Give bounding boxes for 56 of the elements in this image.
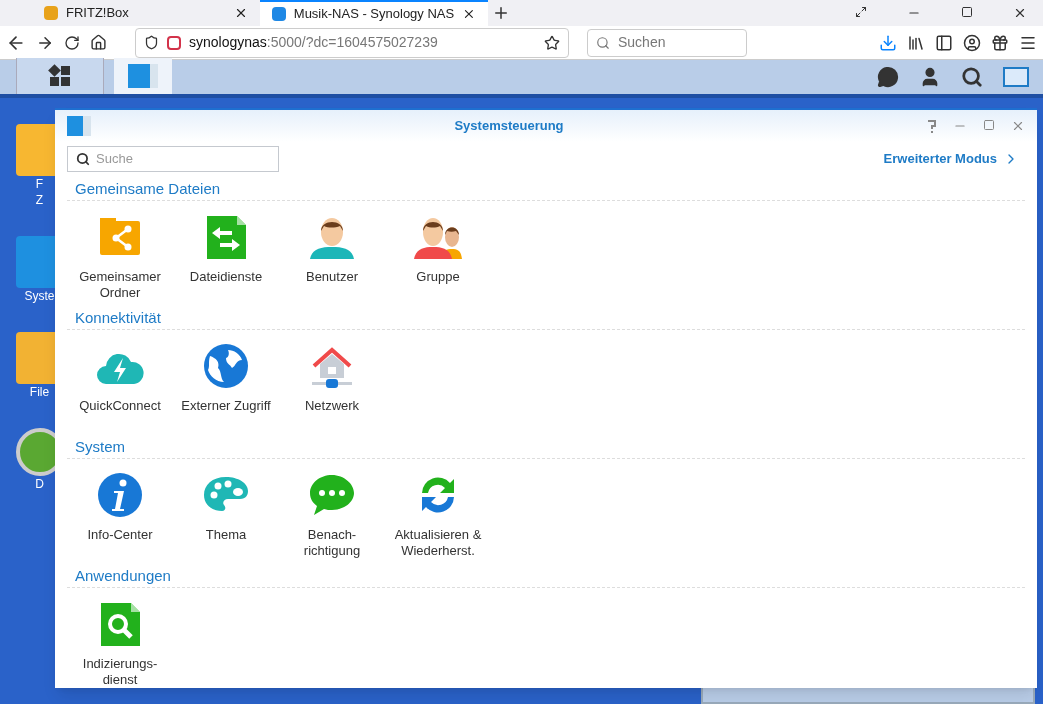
close-icon[interactable] <box>1013 6 1027 20</box>
widget-card-icon[interactable] <box>1003 67 1029 87</box>
desktop-icon-label: D <box>35 476 44 492</box>
chat-icon[interactable] <box>877 66 899 88</box>
close-icon[interactable] <box>234 6 248 20</box>
control-panel-item[interactable]: Gemeinsamer Ordner <box>67 213 173 301</box>
section-heading: Konnektivität <box>74 308 162 328</box>
advanced-mode-link[interactable]: Erweiterter Modus <box>883 149 1025 169</box>
control-panel-item[interactable]: Gruppe <box>385 213 491 301</box>
site-icon <box>272 7 286 21</box>
maximize-icon[interactable] <box>961 6 973 18</box>
control-panel-item[interactable]: Thema <box>173 471 279 559</box>
shield-icon[interactable] <box>144 35 159 50</box>
control-panel-item[interactable]: Dateidienste <box>173 213 279 301</box>
home-icon[interactable] <box>90 34 107 51</box>
desktop-icon-label: File <box>29 384 50 400</box>
reload-icon[interactable] <box>64 34 80 51</box>
sidebar-icon[interactable] <box>935 33 953 52</box>
resize-icon[interactable] <box>855 6 867 18</box>
library-icon[interactable] <box>907 33 925 52</box>
control-panel-item[interactable]: Benutzer <box>279 213 385 301</box>
section-heading: Anwendungen <box>74 566 172 586</box>
account-icon[interactable] <box>963 33 981 52</box>
desktop-icon-label: Syste <box>24 288 55 304</box>
desktop-icon-label: F <box>35 176 44 192</box>
main-menu-button[interactable] <box>16 58 104 94</box>
control-panel-item[interactable]: Netzwerk <box>279 342 385 430</box>
url-text: synologynas:5000/?dc=1604575027239 <box>189 33 439 52</box>
control-panel-item[interactable]: Benach- richtigung <box>279 471 385 559</box>
search-icon <box>596 35 610 50</box>
search-icon <box>76 152 90 166</box>
desktop-icon-label: Z <box>35 192 44 208</box>
browser-tab[interactable]: Musik-NAS - Synology NAS <box>260 0 488 26</box>
grid-icon <box>50 66 70 86</box>
new-tab-icon[interactable] <box>492 4 510 22</box>
control-panel-item[interactable]: Info-Center <box>67 471 173 559</box>
window-title: Systemsteuerung <box>453 117 565 136</box>
control-panel-item[interactable]: Indizierungs- dienst <box>67 600 173 688</box>
site-icon <box>44 6 58 20</box>
globe-icon <box>202 342 250 390</box>
control-panel-item[interactable]: Externer Zugriff <box>173 342 279 430</box>
gift-icon[interactable] <box>991 33 1009 52</box>
control-panel-item[interactable]: QuickConnect <box>67 342 173 430</box>
section-heading: Gemeinsame Dateien <box>74 179 222 199</box>
info-icon <box>96 471 144 519</box>
search-field[interactable]: Suchen <box>587 28 747 57</box>
download-icon[interactable] <box>879 33 897 52</box>
browser-tab[interactable]: FRITZ!Box <box>32 0 260 26</box>
control-panel-item[interactable]: Aktualisieren & Wiederherst. <box>385 471 491 559</box>
bookmark-star-icon[interactable] <box>544 34 560 51</box>
app-button[interactable] <box>114 58 172 94</box>
close-icon[interactable] <box>462 7 476 21</box>
search-icon[interactable] <box>961 66 983 88</box>
help-icon[interactable] <box>927 119 937 133</box>
address-bar[interactable]: synologynas:5000/?dc=1604575027239 <box>135 27 569 58</box>
section-heading: System <box>74 437 126 457</box>
